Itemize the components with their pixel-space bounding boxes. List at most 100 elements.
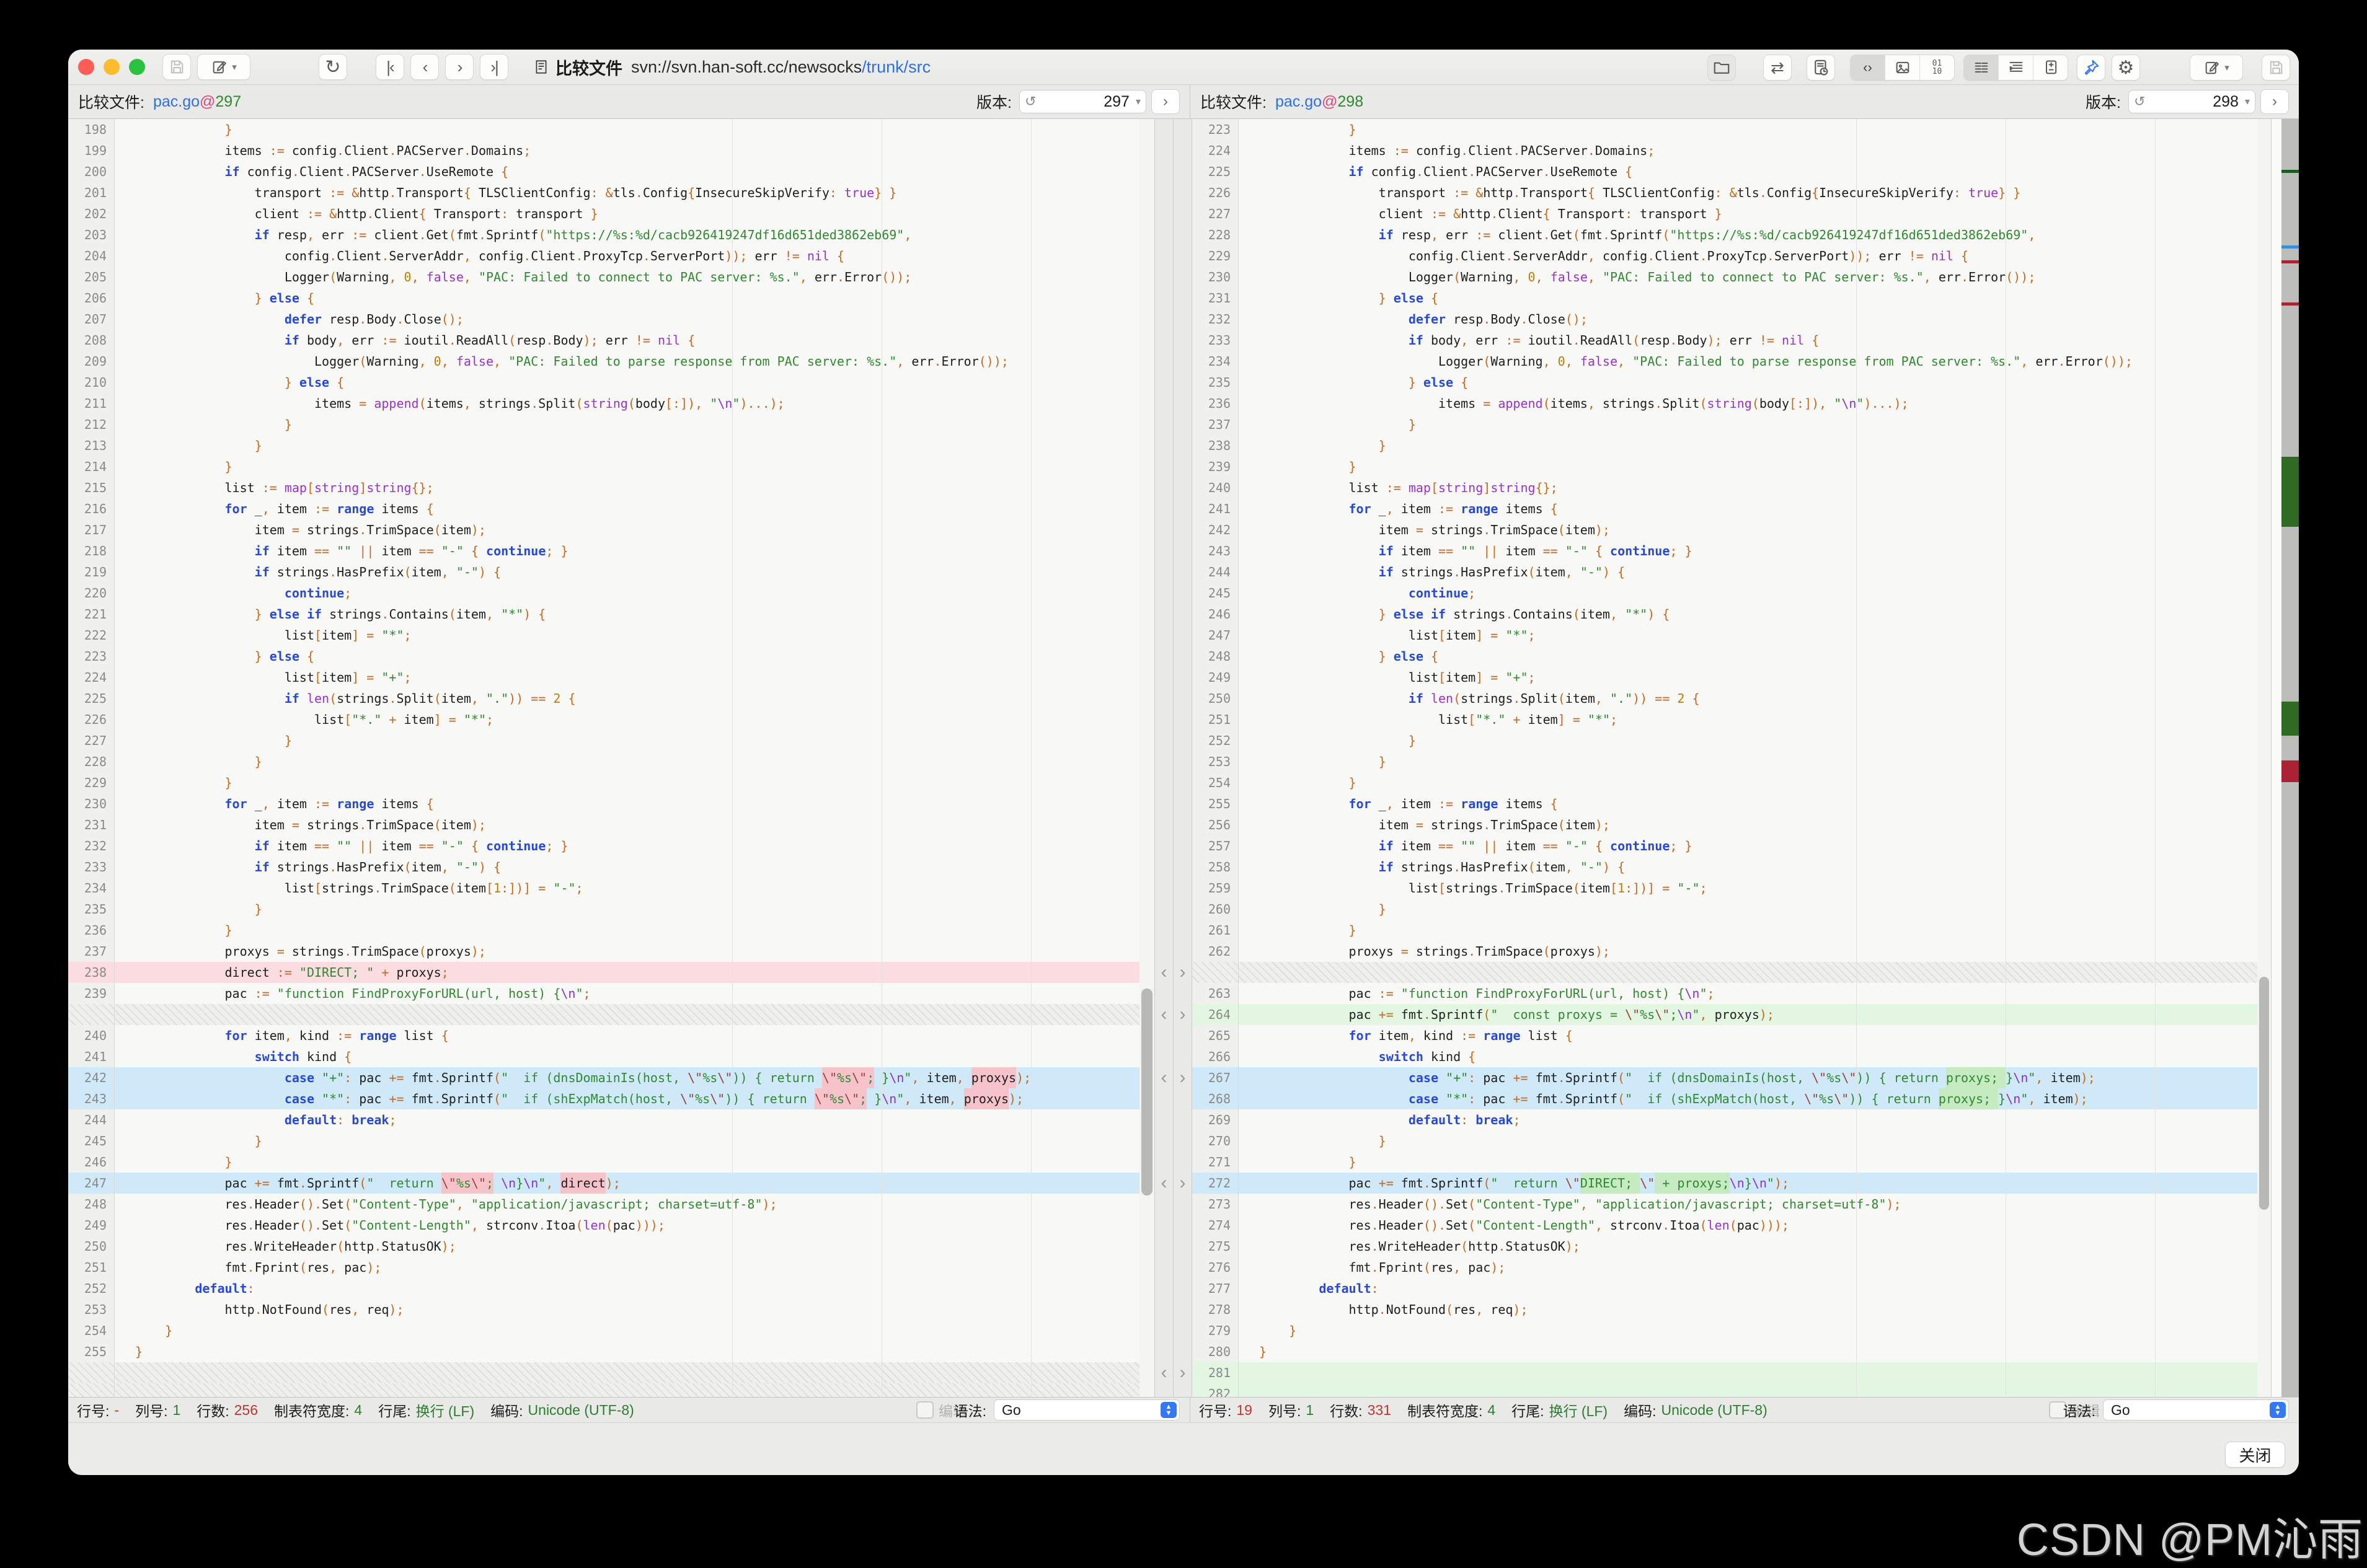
code-line: } — [224, 1155, 232, 1169]
code-line: case "+": pac += fmt.Sprintf(" if (dnsDo… — [115, 1067, 1139, 1088]
first-diff-button[interactable]: |‹ — [376, 54, 404, 80]
version-go-button-right[interactable]: › — [2260, 89, 2289, 114]
diff-patch-button[interactable] — [2033, 55, 2068, 80]
diff-gap-row — [68, 1362, 1139, 1383]
view-image-button[interactable] — [1885, 55, 1919, 80]
merge-left-button[interactable]: ‹ — [1155, 1362, 1173, 1383]
view-binary-button[interactable]: 01 10 — [1919, 55, 1954, 80]
syntax-select-left[interactable]: Go ▲ ▼ — [994, 1399, 1180, 1420]
eol-label: 行尾: — [1511, 1403, 1544, 1419]
row-label: 行号: — [1199, 1403, 1232, 1419]
settings-button[interactable]: ⚙ — [2112, 55, 2140, 81]
merge-right-button[interactable]: › — [1174, 1004, 1192, 1025]
edit-menu-button-right[interactable]: ▾ — [2190, 55, 2243, 81]
close-button[interactable]: 关闭 — [2225, 1442, 2285, 1468]
eol-value: 换行 (LF) — [1549, 1403, 1608, 1419]
diff-inline-button[interactable] — [1998, 55, 2033, 80]
row-value: - — [114, 1401, 120, 1418]
merge-right-button[interactable]: › — [1174, 1362, 1192, 1383]
code-row: 228 if resp, err := client.Get(fmt.Sprin… — [1192, 224, 2257, 245]
code-row: 227 } — [68, 730, 1139, 751]
code-line: Logger(Warning, 0, false, "PAC: Failed t… — [1259, 354, 2133, 369]
code-row: 246 } else if strings.Contains(item, "*"… — [1192, 604, 2257, 625]
save-button[interactable] — [162, 54, 191, 80]
code-row: 271 } — [1192, 1152, 2257, 1173]
line-number: 258 — [1192, 857, 1239, 878]
diff-overview-ruler[interactable] — [2271, 119, 2299, 1397]
line-number: 200 — [68, 161, 115, 182]
line-number: 261 — [1192, 920, 1239, 941]
refresh-button[interactable]: ↻ — [319, 54, 347, 80]
code-line: switch kind { — [254, 1049, 352, 1064]
edit-menu-button[interactable]: ▾ — [197, 54, 250, 80]
code-line: item = strings.TrimSpace(item); — [1259, 817, 1610, 832]
tab-width-value: 4 — [354, 1401, 363, 1418]
code-row: 241 switch kind { — [68, 1046, 1139, 1067]
prev-diff-button[interactable]: ‹ — [410, 54, 439, 80]
line-number: 254 — [68, 1320, 115, 1341]
code-line: pac := "function FindProxyForURL(url, ho… — [135, 986, 591, 1001]
history-button[interactable] — [1807, 55, 1835, 81]
code-row: 208 if body, err := ioutil.ReadAll(resp.… — [68, 330, 1139, 351]
right-scrollbar[interactable] — [2257, 119, 2271, 1397]
encoding-label: 编码: — [1624, 1403, 1657, 1419]
left-code-pane[interactable]: 198 } 199 items := config.Client.PACServe… — [68, 119, 1139, 1397]
next-diff-button[interactable]: › — [445, 54, 474, 80]
ruler-diff-mark — [2281, 170, 2299, 173]
chevron-down-icon[interactable]: ▾ — [1136, 95, 1141, 108]
zoom-window-button[interactable] — [129, 59, 145, 75]
merge-right-button[interactable]: › — [1174, 1173, 1192, 1194]
code-row: 225 if config.Client.PACServer.UseRemote… — [1192, 161, 2257, 182]
merge-right-button[interactable]: › — [1174, 962, 1192, 983]
view-code-button[interactable]: ‹› — [1851, 55, 1885, 80]
version-go-button-left[interactable]: › — [1151, 89, 1180, 114]
code-line: default: — [1319, 1281, 1379, 1296]
merge-right-button[interactable]: › — [1174, 1067, 1192, 1088]
merge-left-button[interactable]: ‹ — [1155, 1173, 1173, 1194]
line-number: 247 — [1192, 625, 1239, 646]
code-row: 228 } — [68, 751, 1139, 772]
code-row: 231 } else { — [1192, 288, 2257, 309]
open-folder-button[interactable] — [1707, 55, 1736, 81]
syntax-select-right[interactable]: Go ▲ ▼ — [2103, 1399, 2289, 1420]
code-line: http.NotFound(res, req); — [135, 1302, 404, 1317]
col-value: 1 — [172, 1401, 181, 1418]
merge-left-button[interactable]: ‹ — [1155, 962, 1173, 983]
version-input-left[interactable]: ↺ 297 ▾ — [1019, 90, 1146, 113]
code-line: list["*." + item] = "*"; — [135, 712, 494, 727]
line-number: 216 — [68, 498, 115, 519]
code-row: 213 } — [68, 435, 1139, 456]
code-line: item = strings.TrimSpace(item); — [1259, 522, 1610, 537]
chevron-down-icon[interactable]: ▾ — [2245, 95, 2250, 108]
code-row: 216 for _, item := range items { — [68, 498, 1139, 519]
save-button-right[interactable] — [2262, 55, 2290, 81]
diff-side-by-side-button[interactable] — [1964, 55, 1998, 80]
code-row: 223 } — [1192, 119, 2257, 140]
code-line: } — [284, 417, 292, 432]
merge-left-button[interactable]: ‹ — [1155, 1067, 1173, 1088]
version-input-right[interactable]: ↺ 298 ▾ — [2128, 90, 2255, 113]
code-row: 250 res.WriteHeader(http.StatusOK); — [68, 1236, 1139, 1257]
code-row: 256 item = strings.TrimSpace(item); — [1192, 814, 2257, 835]
left-scrollbar[interactable] — [1139, 119, 1154, 1397]
right-scrollbar-thumb[interactable] — [2259, 977, 2269, 1210]
pin-button[interactable] — [2077, 55, 2105, 81]
code-row: 269 default: break; — [1192, 1109, 2257, 1130]
lines-value: 256 — [234, 1401, 259, 1418]
minimize-window-button[interactable] — [104, 59, 120, 75]
code-row: 250 if len(strings.Split(item, ".")) == … — [1192, 688, 2257, 709]
line-number: 248 — [1192, 646, 1239, 667]
code-line: if strings.HasPrefix(item, "-") { — [254, 860, 502, 874]
code-row: 236 } — [68, 920, 1139, 941]
left-scrollbar-thumb[interactable] — [1141, 989, 1153, 1196]
last-diff-button[interactable]: ›| — [480, 54, 508, 80]
floppy-icon — [2270, 61, 2283, 74]
close-window-button[interactable] — [78, 59, 94, 75]
swap-panes-button[interactable]: ⇄ — [1763, 55, 1792, 81]
line-number: 203 — [68, 224, 115, 245]
code-line: pac += fmt.Sprintf(" return \"DIRECT; \"… — [1239, 1173, 2257, 1194]
right-code-pane[interactable]: 223 } 224 items := config.Client.PACServe… — [1192, 119, 2257, 1397]
merge-left-button[interactable]: ‹ — [1155, 1004, 1173, 1025]
code-row: 239 } — [1192, 456, 2257, 477]
prev-diff-icon: ‹ — [422, 57, 428, 76]
